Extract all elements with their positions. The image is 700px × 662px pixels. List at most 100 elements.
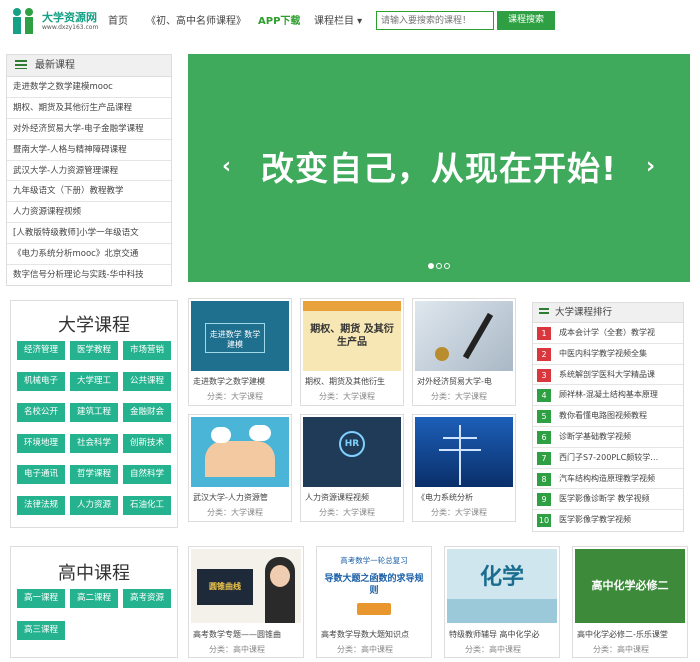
- rank-number: 7: [537, 451, 551, 465]
- banner-next-icon[interactable]: ›: [646, 154, 655, 179]
- newest-courses-header: 最新课程: [7, 55, 171, 77]
- category-button[interactable]: 人力资源: [70, 496, 118, 515]
- course-card[interactable]: 武汉大学-人力资源管 分类：大学课程: [188, 414, 292, 522]
- ranking-item[interactable]: 4 顾祥林-混凝土结构基本原理: [533, 385, 683, 407]
- category-button[interactable]: 创新技术: [123, 434, 171, 453]
- category-button[interactable]: 经济管理: [17, 341, 65, 360]
- ranking-item[interactable]: 9 医学影像诊断学 教学视频: [533, 489, 683, 511]
- course-category: 分类：大学课程: [431, 508, 487, 517]
- rank-number: 6: [537, 430, 551, 444]
- list-icon: [15, 60, 27, 69]
- nav-app-download[interactable]: APP下载: [258, 12, 300, 27]
- category-button[interactable]: 高考资源: [123, 589, 171, 608]
- list-icon: [539, 308, 549, 316]
- course-card[interactable]: 期权、期货 及其衍生产品 期权、期货及其他衍生 分类：大学课程: [300, 298, 404, 406]
- ranking-item[interactable]: 6 诊断学基础教学视频: [533, 427, 683, 448]
- ranking-item[interactable]: 7 西门子S7-200PLC颇较学…: [533, 448, 683, 469]
- course-card[interactable]: 化学 特级教师辅导 高中化学必 分类：高中课程: [444, 546, 560, 658]
- nav-course-menu[interactable]: 课程栏目 ▾: [314, 12, 362, 27]
- ranking-item[interactable]: 2 中医内科学教学视频全集: [533, 344, 683, 365]
- category-button[interactable]: 自然科学: [123, 465, 171, 484]
- ranking-item[interactable]: 10 医学影像学教学视频: [533, 510, 683, 531]
- category-button[interactable]: 公共课程: [123, 372, 171, 391]
- highschool-title: 高中课程: [58, 563, 130, 584]
- course-title: 期权、期货及其他衍生: [305, 377, 385, 386]
- category-button[interactable]: 医学教程: [70, 341, 118, 360]
- course-category: 分类：大学课程: [431, 392, 487, 401]
- banner-dot[interactable]: [436, 263, 442, 269]
- banner-dots: [188, 254, 690, 273]
- ranking-item[interactable]: 3 系统解剖学医科大学精品课: [533, 365, 683, 386]
- course-card[interactable]: 高考数学一轮总复习 导数大题之函数的求导规则 高考数学导数大题知识点 分类：高中…: [316, 546, 432, 658]
- category-button[interactable]: 高三课程: [17, 621, 65, 640]
- course-category: 分类：大学课程: [207, 508, 263, 517]
- course-category: 分类：大学课程: [319, 508, 375, 517]
- newest-courses-panel: 最新课程 走进数学之数学建模mooc 期权、期货及其他衍生产品课程 对外经济贸易…: [6, 54, 172, 286]
- course-thumbnail: [415, 417, 513, 487]
- nav-home[interactable]: 首页: [108, 12, 128, 27]
- course-thumbnail: 化学: [447, 549, 557, 623]
- logo-url: www.dxzy163.com: [42, 24, 99, 31]
- highschool-category-panel: 高中课程 高一课程 高二课程 高考资源 高三课程: [10, 546, 178, 658]
- ranking-item[interactable]: 5 教你看懂电路图视频教程: [533, 406, 683, 427]
- site-logo[interactable]: 大学资源网 www.dxzy163.com: [6, 4, 106, 36]
- category-button[interactable]: 法律法规: [17, 496, 65, 515]
- category-button[interactable]: 高一课程: [17, 589, 65, 608]
- course-category: 分类：高中课程: [209, 645, 265, 654]
- nav-teacher-courses[interactable]: 《初、高中名师课程》: [146, 12, 246, 27]
- ranking-item[interactable]: 8 汽车结构构造原理教学视频: [533, 469, 683, 490]
- course-title: 高考数学导数大题知识点: [321, 630, 409, 639]
- search-input[interactable]: [376, 11, 494, 30]
- hero-banner[interactable]: ‹ 改变自己，从现在开始! ›: [188, 54, 690, 282]
- list-item[interactable]: 对外经济贸易大学-电子金融学课程: [7, 119, 171, 140]
- course-thumbnail: 高考数学一轮总复习 导数大题之函数的求导规则: [319, 549, 429, 623]
- course-category: 分类：大学课程: [207, 392, 263, 401]
- list-item[interactable]: 人力资源课程视频: [7, 202, 171, 224]
- course-card[interactable]: 高中化学必修二 高中化学必修二-乐乐课堂 分类：高中课程: [572, 546, 688, 658]
- category-button[interactable]: 大学理工: [70, 372, 118, 391]
- course-category: 分类：高中课程: [337, 645, 393, 654]
- category-button[interactable]: 机械电子: [17, 372, 65, 391]
- category-button[interactable]: 名校公开: [17, 403, 65, 422]
- course-card[interactable]: 对外经济贸易大学-电 分类：大学课程: [412, 298, 516, 406]
- category-button[interactable]: 社会科学: [70, 434, 118, 453]
- rank-number: 4: [537, 389, 551, 403]
- list-item[interactable]: [人教版特级教师]小学一年级语文: [7, 223, 171, 245]
- rank-number: 1: [537, 327, 551, 340]
- course-title: 对外经济贸易大学-电: [417, 377, 492, 386]
- list-item[interactable]: 暨南大学-人格与精神障碍课程: [7, 140, 171, 161]
- list-item[interactable]: 走进数学之数学建模mooc: [7, 77, 171, 98]
- banner-dot[interactable]: [428, 263, 434, 269]
- course-card[interactable]: 圆锥曲线 高考数学专题——圆锥曲 分类：高中课程: [188, 546, 304, 658]
- ranking-item[interactable]: 1 成本会计学（全套）教学视: [533, 323, 683, 344]
- category-button[interactable]: 石油化工: [123, 496, 171, 515]
- list-item[interactable]: 期权、期货及其他衍生产品课程: [7, 98, 171, 119]
- category-button[interactable]: 哲学课程: [70, 465, 118, 484]
- course-title: 人力资源课程视频: [305, 493, 369, 502]
- banner-dot[interactable]: [444, 263, 450, 269]
- course-card[interactable]: 走进数学 数学建模 走进数学之数学建模 分类：大学课程: [188, 298, 292, 406]
- top-header: 大学资源网 www.dxzy163.com 首页 《初、高中名师课程》 APP下…: [0, 0, 700, 40]
- logo-icon: [13, 8, 33, 34]
- category-button[interactable]: 电子通讯: [17, 465, 65, 484]
- course-title: 走进数学之数学建模: [193, 377, 265, 386]
- category-button[interactable]: 金融财会: [123, 403, 171, 422]
- category-button[interactable]: 建筑工程: [70, 403, 118, 422]
- category-button[interactable]: 市场营销: [123, 341, 171, 360]
- course-thumbnail: 圆锥曲线: [191, 549, 301, 623]
- list-item[interactable]: 数字信号分析理论与实践-华中科技: [7, 265, 171, 286]
- course-thumbnail: [191, 417, 289, 487]
- category-button[interactable]: 高二课程: [70, 589, 118, 608]
- course-category: 分类：大学课程: [319, 392, 375, 401]
- course-card[interactable]: HR 人力资源课程视频 分类：大学课程: [300, 414, 404, 522]
- search-button[interactable]: 课程搜索: [497, 11, 555, 30]
- course-title: 《电力系统分析: [417, 493, 473, 502]
- list-item[interactable]: 九年级语文（下册）教程教学: [7, 181, 171, 203]
- list-item[interactable]: 武汉大学-人力资源管理课程: [7, 161, 171, 182]
- rank-number: 8: [537, 472, 551, 486]
- category-button[interactable]: 环境地理: [17, 434, 65, 453]
- course-card[interactable]: 《电力系统分析 分类：大学课程: [412, 414, 516, 522]
- list-item[interactable]: 《电力系统分析mooc》北京交通: [7, 244, 171, 266]
- course-title: 高考数学专题——圆锥曲: [193, 630, 281, 639]
- course-thumbnail: 高中化学必修二: [575, 549, 685, 623]
